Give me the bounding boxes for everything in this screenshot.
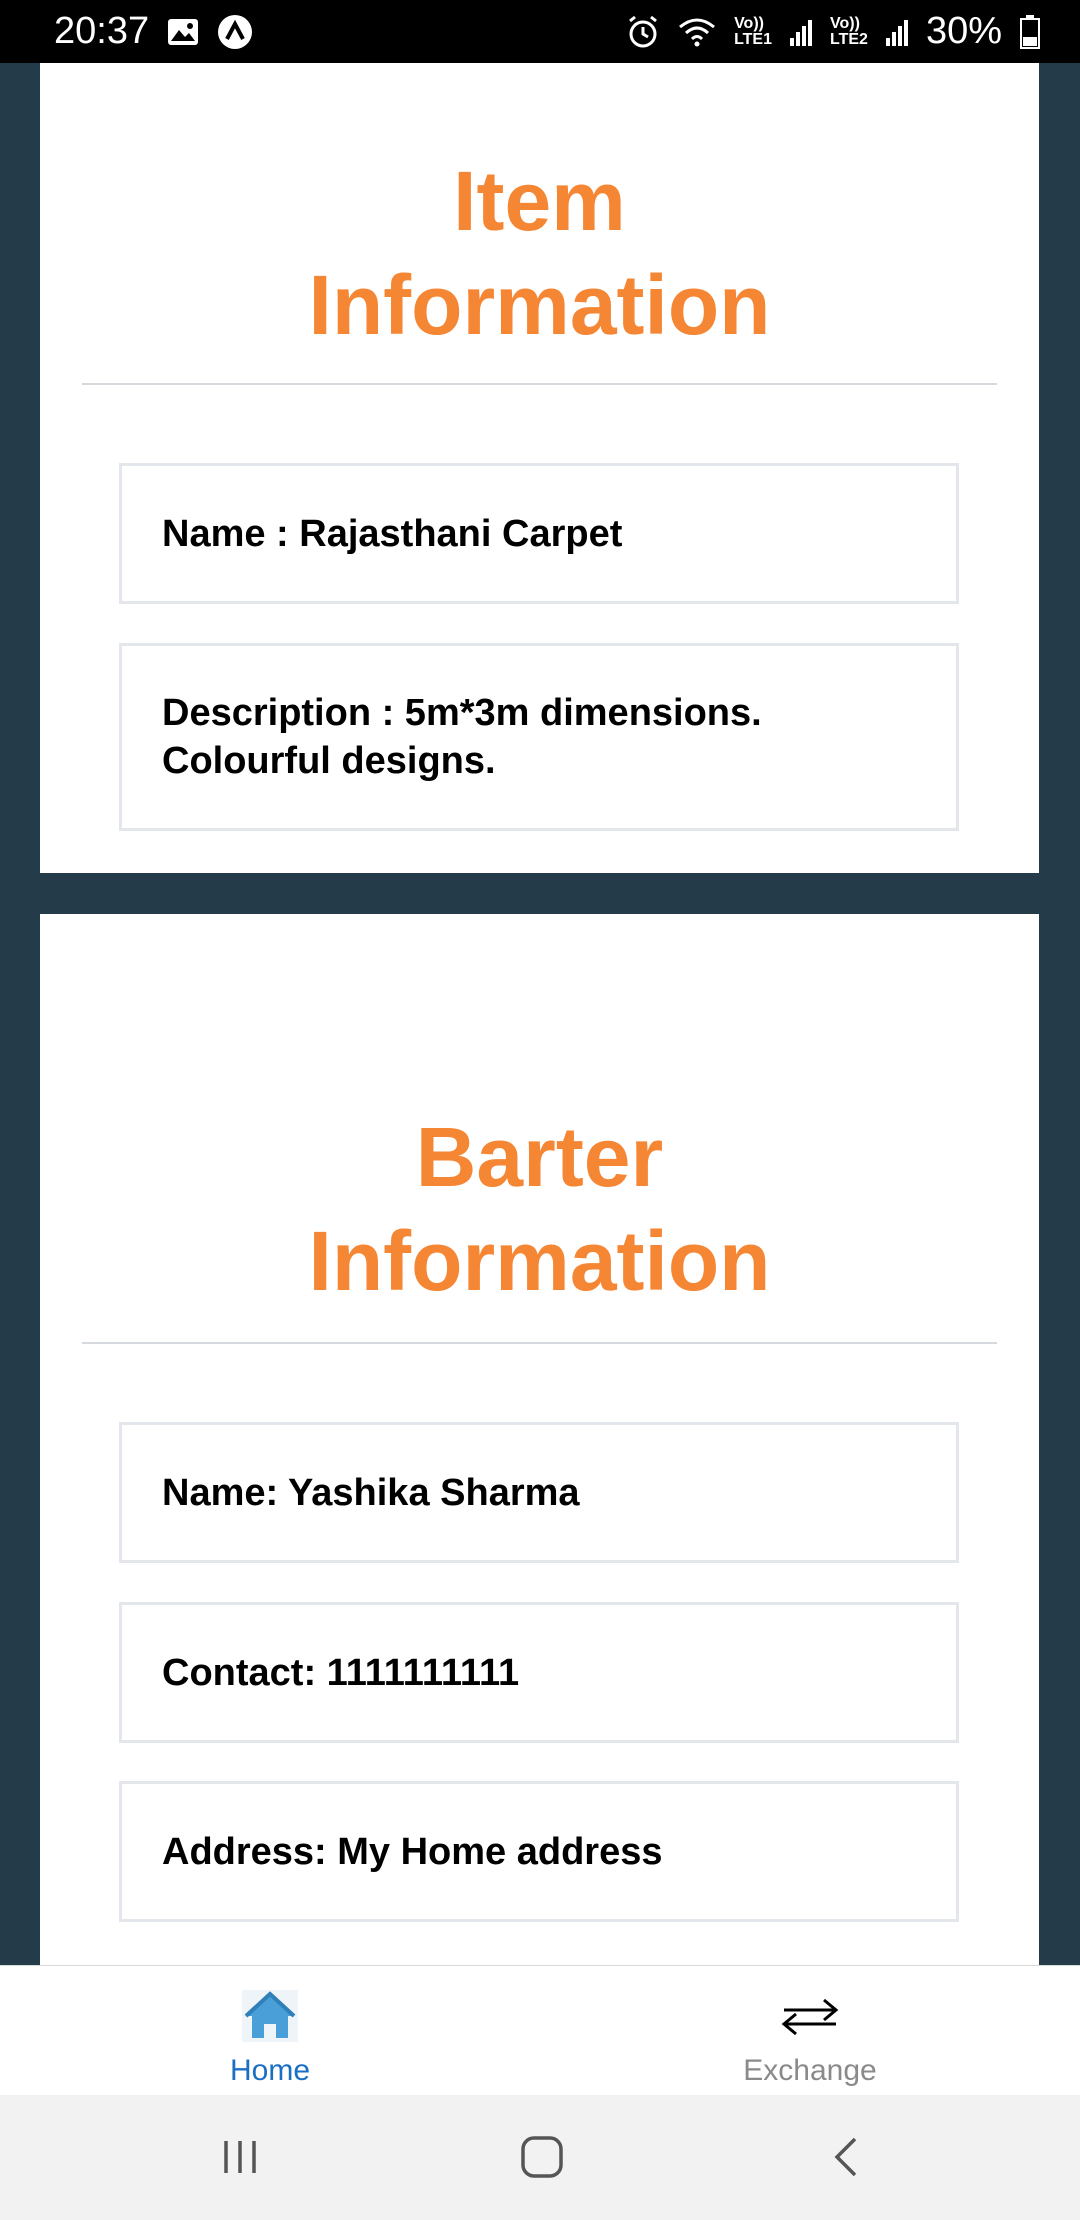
back-nav-icon[interactable] bbox=[816, 2131, 876, 2183]
barter-information-title: Barter Information bbox=[308, 1110, 771, 1308]
tab-exchange-label: Exchange bbox=[743, 2054, 877, 2087]
item-information-title: Item Information bbox=[308, 154, 771, 352]
barter-address-field: Address: My Home address bbox=[119, 1781, 959, 1922]
item-name-field: Name : Rajasthani Carpet bbox=[119, 463, 959, 604]
tab-home-label: Home bbox=[229, 2054, 311, 2087]
battery-icon bbox=[1020, 14, 1040, 49]
bottom-tab-bar: Home Exchange bbox=[0, 1965, 1080, 2095]
recent-apps-icon[interactable] bbox=[210, 2131, 270, 2183]
tab-home[interactable]: Home bbox=[120, 1966, 420, 2096]
divider bbox=[82, 383, 997, 385]
alarm-icon bbox=[626, 15, 660, 49]
signal-icon bbox=[885, 18, 908, 46]
battery-percent: 30% bbox=[925, 10, 1002, 52]
wifi-icon bbox=[678, 17, 716, 47]
status-right: Vo)) LTE1 Vo)) LTE2 30% bbox=[626, 10, 1040, 53]
app-a-icon bbox=[217, 14, 253, 50]
home-icon bbox=[238, 1984, 302, 2048]
tab-exchange[interactable]: Exchange bbox=[660, 1966, 960, 2096]
barter-contact-field: Contact: 1111111111 bbox=[119, 1602, 959, 1743]
signal-icon bbox=[790, 18, 812, 46]
status-time: 20:37 bbox=[54, 10, 150, 52]
system-nav-bar bbox=[0, 2095, 1080, 2220]
barter-information-card: Barter Information Name: Yashika Sharma … bbox=[40, 914, 1039, 1966]
status-left: 20:37 bbox=[54, 10, 253, 53]
image-icon bbox=[167, 18, 199, 46]
item-information-card: Item Information Name : Rajasthani Carpe… bbox=[40, 63, 1039, 873]
home-nav-icon[interactable] bbox=[512, 2131, 572, 2183]
exchange-arrows-icon bbox=[778, 1984, 842, 2048]
status-bar: 20:37 Vo)) LTE1 Vo)) LTE2 30% bbox=[0, 0, 1080, 63]
sim1-label: Vo)) LTE1 bbox=[734, 14, 772, 48]
sim2-label: Vo)) LTE2 bbox=[830, 14, 868, 48]
divider bbox=[82, 1342, 997, 1344]
item-description-field: Description : 5m*3m dimensions. Colourfu… bbox=[119, 643, 959, 831]
barter-name-field: Name: Yashika Sharma bbox=[119, 1422, 959, 1563]
